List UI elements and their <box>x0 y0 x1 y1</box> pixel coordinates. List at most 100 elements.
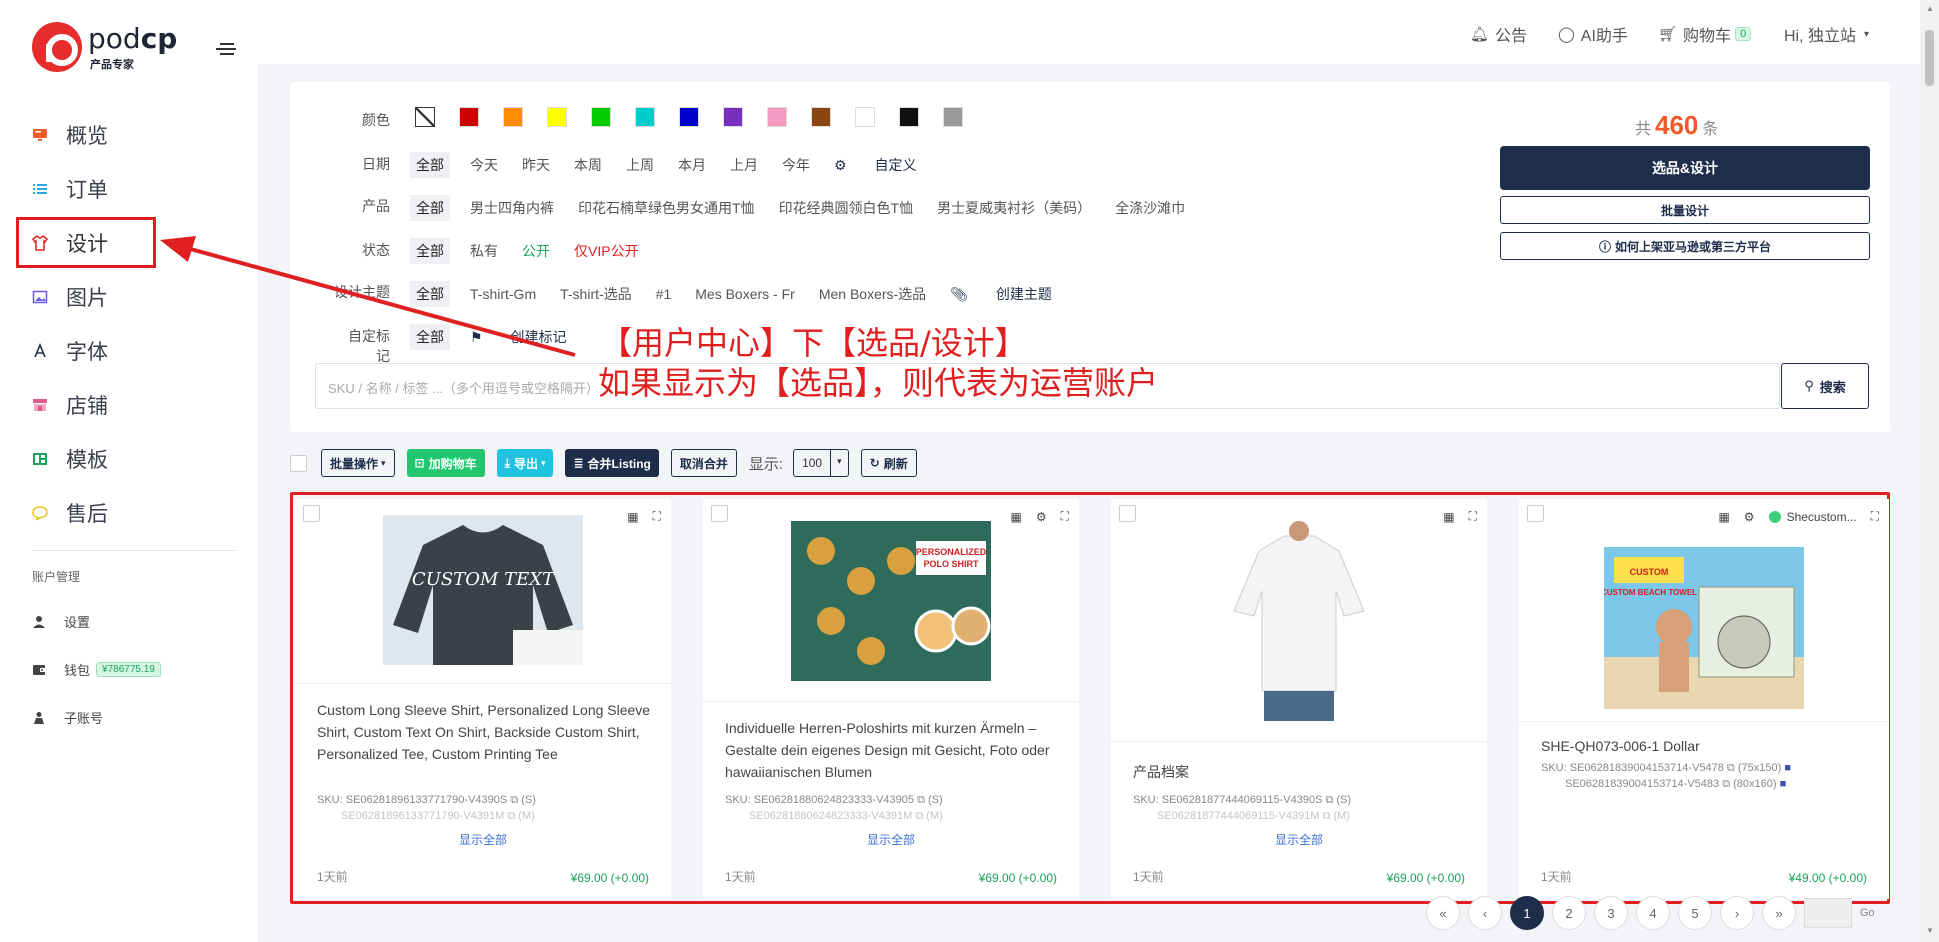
color-swatch[interactable] <box>943 107 963 127</box>
status-option[interactable]: 全部 <box>410 238 450 264</box>
expand-icon[interactable]: ⛶ <box>653 509 661 524</box>
product-option[interactable]: 印花经典圆领白色T恤 <box>779 198 914 218</box>
mark-option[interactable]: 全部 <box>410 324 450 350</box>
sidebar-item-subaccounts[interactable]: 子账号 <box>32 708 103 727</box>
product-card[interactable]: ▦ ⚙ ⛶ PERSONALIZED POLO SHIRT Individuelle … <box>703 499 1079 899</box>
last-page-button[interactable]: » <box>1762 896 1796 930</box>
first-page-button[interactable]: « <box>1426 896 1460 930</box>
add-to-cart-button[interactable]: ⊡ 加购物车 <box>406 449 485 477</box>
store-icon[interactable]: ▦ <box>627 510 638 524</box>
sidebar-item-overview[interactable]: 概览 <box>0 108 258 162</box>
date-option[interactable]: 今天 <box>470 155 498 175</box>
merge-listing-button[interactable]: ≣ 合并Listing <box>565 449 659 477</box>
product-option[interactable]: 全涤沙滩巾 <box>1115 198 1185 218</box>
card-checkbox[interactable] <box>711 505 728 522</box>
ai-assistant-button[interactable]: ◯ AI助手 <box>1558 22 1628 46</box>
sidebar-item-aftersales[interactable]: 售后 <box>0 486 258 540</box>
refresh-button[interactable]: ↻ 刷新 <box>860 449 917 477</box>
date-option[interactable]: 全部 <box>410 152 450 178</box>
color-swatch[interactable] <box>503 107 523 127</box>
page-2[interactable]: 2 <box>1552 896 1586 930</box>
sidebar-item-templates[interactable]: 模板 <box>0 432 258 486</box>
custom-date-button[interactable]: ⚙ 自定义 <box>834 155 916 175</box>
product-image[interactable]: CUSTOM CUSTOM BEACH TOWEL <box>1601 547 1804 709</box>
create-theme-button[interactable]: 📎︎ 创建主题 <box>950 284 1052 304</box>
color-swatch[interactable] <box>415 107 435 127</box>
theme-option[interactable]: Men Boxers-选品 <box>819 284 926 304</box>
theme-option[interactable]: Mes Boxers - Fr <box>695 286 795 302</box>
sidebar-item-orders[interactable]: 订单 <box>0 162 258 216</box>
date-option[interactable]: 今年 <box>782 155 810 175</box>
color-swatch[interactable] <box>591 107 611 127</box>
product-card[interactable]: ▦ ⚙ Shecustom... ⛶ CUSTOM CUSTOM BEACH TOW… <box>1519 499 1889 899</box>
page-scrollbar[interactable]: ▲ ▼ <box>1920 0 1939 942</box>
sidebar-item-settings[interactable]: 设置 <box>32 612 90 631</box>
date-option[interactable]: 上周 <box>626 155 654 175</box>
unmerge-button[interactable]: 取消合并 <box>670 449 737 477</box>
notice-button[interactable]: 🔔︎ 公告 <box>1470 22 1527 46</box>
card-checkbox[interactable] <box>1119 505 1136 522</box>
color-swatch[interactable] <box>855 107 875 127</box>
menu-toggle-icon[interactable] <box>216 40 236 56</box>
show-all-link[interactable]: 显示全部 <box>1111 831 1487 848</box>
product-option[interactable]: 印花石楠草绿色男女通用T恤 <box>578 198 755 218</box>
show-all-link[interactable]: 显示全部 <box>703 831 1079 848</box>
status-option[interactable]: 私有 <box>470 241 498 261</box>
go-button[interactable]: Go <box>1860 907 1875 919</box>
product-image[interactable]: CUSTOM TEXT <box>383 515 583 665</box>
status-option[interactable]: 仅VIP公开 <box>574 241 639 261</box>
color-swatch[interactable] <box>459 107 479 127</box>
export-button[interactable]: ⤓ 导出 ▾ <box>496 449 554 477</box>
store-icon[interactable]: ▦ <box>1443 510 1454 524</box>
store-icon[interactable]: ▦ <box>1718 510 1729 524</box>
settings-icon[interactable]: ⚙ <box>1036 510 1047 524</box>
expand-icon[interactable]: ⛶ <box>1469 509 1477 524</box>
sidebar-item-stores[interactable]: 店铺 <box>0 378 258 432</box>
how-to-list-button[interactable]: ⓘ 如何上架亚马逊或第三方平台 <box>1500 232 1870 260</box>
theme-option[interactable]: T-shirt-选品 <box>560 284 632 304</box>
color-swatch[interactable] <box>723 107 743 127</box>
date-option[interactable]: 昨天 <box>522 155 550 175</box>
color-swatch[interactable] <box>635 107 655 127</box>
color-swatch[interactable] <box>767 107 787 127</box>
store-icon[interactable]: ▦ <box>1010 510 1021 524</box>
select-design-button[interactable]: 选品&设计 <box>1500 146 1870 190</box>
color-swatch[interactable] <box>811 107 831 127</box>
settings-icon[interactable]: ⚙ <box>1744 510 1755 524</box>
sidebar-item-fonts[interactable]: 字体 <box>0 324 258 378</box>
logo[interactable]: podcp 产品专家 <box>32 20 192 74</box>
prev-page-button[interactable]: ‹ <box>1468 896 1502 930</box>
search-button[interactable]: ⚲ 搜索 <box>1781 363 1869 409</box>
select-all-checkbox[interactable] <box>290 454 307 472</box>
user-menu[interactable]: Hi, 独立站 ▾ <box>1784 22 1869 46</box>
expand-icon[interactable]: ⛶ <box>1871 509 1879 524</box>
product-option[interactable]: 男士四角内裤 <box>470 198 554 218</box>
card-checkbox[interactable] <box>303 505 320 522</box>
product-option[interactable]: 男士夏威夷衬衫（美码） <box>937 198 1091 218</box>
date-option[interactable]: 本月 <box>678 155 706 175</box>
theme-option[interactable]: T-shirt-Gm <box>470 286 536 302</box>
sidebar-item-wallet[interactable]: 钱包 ¥786775.19 <box>32 660 161 679</box>
go-page-input[interactable] <box>1804 898 1852 928</box>
color-swatch[interactable] <box>679 107 699 127</box>
show-all-link[interactable]: 显示全部 <box>295 831 671 848</box>
sidebar-item-images[interactable]: 图片 <box>0 270 258 324</box>
color-swatch[interactable] <box>547 107 567 127</box>
create-mark-button[interactable]: ⚑ 创建标记 <box>470 327 566 347</box>
product-image[interactable]: PERSONALIZED POLO SHIRT <box>791 521 991 681</box>
batch-actions-button[interactable]: 批量操作 ▾ <box>321 449 395 477</box>
page-size-select[interactable]: 100 ▾ <box>793 449 849 477</box>
cart-button[interactable]: 🛒︎ 购物车 0 <box>1658 22 1752 46</box>
page-5[interactable]: 5 <box>1678 896 1712 930</box>
theme-option[interactable]: #1 <box>656 286 672 302</box>
expand-icon[interactable]: ⛶ <box>1061 509 1069 524</box>
product-option[interactable]: 全部 <box>410 195 450 221</box>
page-4[interactable]: 4 <box>1636 896 1670 930</box>
batch-design-button[interactable]: 批量设计 <box>1500 196 1870 224</box>
status-option[interactable]: 公开 <box>522 241 550 261</box>
product-image[interactable] <box>1214 521 1384 721</box>
next-page-button[interactable]: › <box>1720 896 1754 930</box>
product-card[interactable]: ▦ ⛶ CUSTOM TEXT Custom Long Sleeve Shirt,… <box>295 499 671 899</box>
page-current[interactable]: 1 <box>1510 896 1544 930</box>
date-option[interactable]: 本周 <box>574 155 602 175</box>
